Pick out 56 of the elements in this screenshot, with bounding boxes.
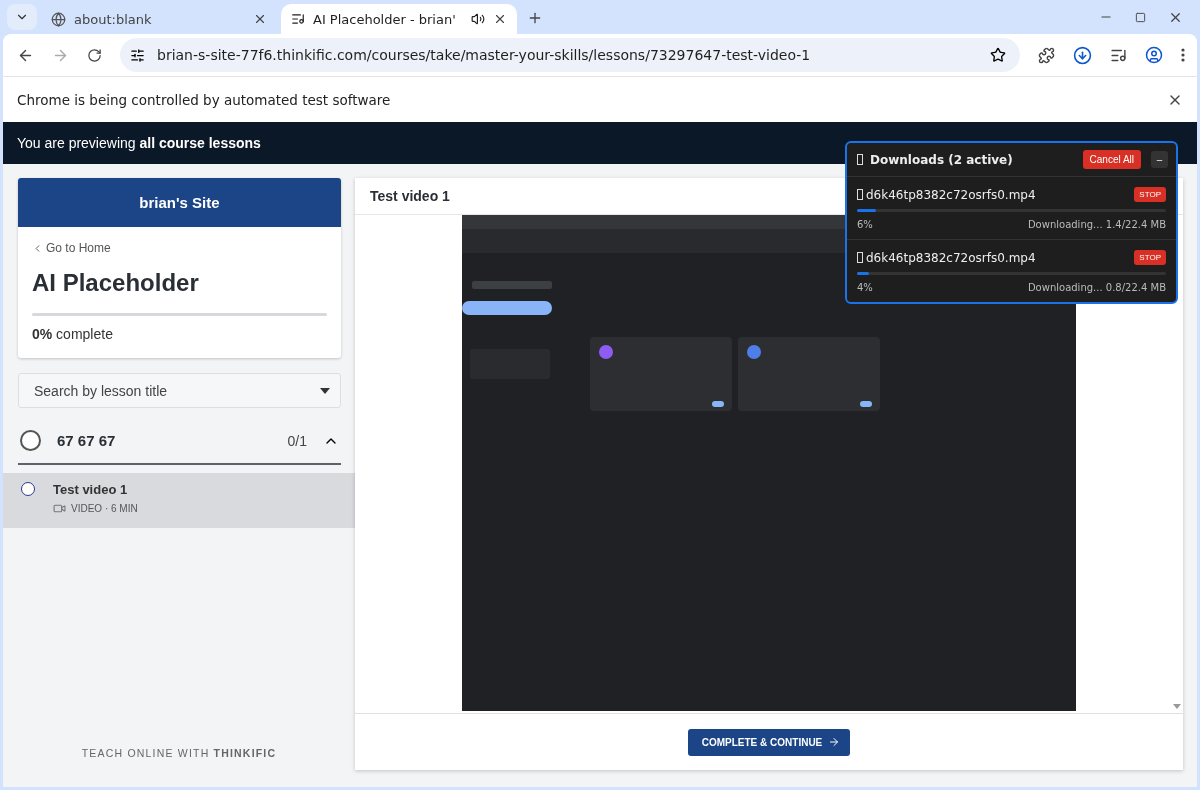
downloads-title: Downloads (2 active) (870, 152, 1014, 167)
chapter-status-icon (20, 430, 41, 451)
complete-continue-button[interactable]: COMPLETE & CONTINUE (687, 728, 851, 756)
chapter-count: 0/1 (287, 432, 307, 449)
maximize-icon[interactable] (1135, 11, 1146, 23)
arrow-right-icon (828, 736, 841, 748)
thinkific-footer: TEACH ONLINE WITH THINKIFIC (81, 747, 277, 759)
site-name: brian's Site (18, 178, 341, 227)
close-tab-button[interactable] (493, 12, 507, 26)
chapter-row[interactable]: 67 67 67 0/1 (18, 418, 341, 465)
browser-tab[interactable]: AI Placeholder - brian' (281, 4, 517, 34)
tab-title: about:blank (74, 11, 153, 27)
dropdown-caret-icon (320, 387, 330, 394)
lesson-status-icon (21, 482, 35, 496)
scroll-down-arrow-icon[interactable] (1173, 704, 1181, 709)
browser-tab[interactable]: about:blank (41, 4, 277, 34)
video-camera-icon (53, 502, 66, 515)
download-status: Downloading... 0.8/22.4 MB (1027, 282, 1166, 293)
minimize-button[interactable]: − (1151, 151, 1168, 168)
new-tab-button[interactable] (527, 10, 543, 26)
glyph-box-icon (857, 189, 863, 200)
download-percent: 4% (857, 282, 873, 293)
download-filename: d6k46tp8382c72osrfs0.mp4 (866, 187, 1036, 202)
stop-button[interactable]: STOP (1134, 250, 1166, 265)
stop-button[interactable]: STOP (1134, 187, 1166, 202)
lesson-title: Test video 1 (53, 482, 129, 497)
url-text: brian-s-site-77f6.thinkific.com/courses/take/master-your-skills/lessons/73297647-test-video-1 (157, 47, 812, 63)
menu-icon (1181, 48, 1185, 62)
speaker-icon (471, 12, 485, 26)
close-tab-button[interactable] (253, 12, 267, 26)
cancel-all-button[interactable]: Cancel All (1082, 150, 1141, 169)
go-home-link[interactable]: Go to Home (32, 241, 327, 255)
lesson-item[interactable]: Test video 1 VIDEO · 6 MIN (3, 473, 355, 528)
automation-notice: Chrome is being controlled by automated test software (17, 91, 391, 108)
tab-title: AI Placeholder - brian' (313, 11, 457, 27)
progress-label: 0% complete (32, 326, 114, 342)
download-percent: 6% (857, 219, 873, 230)
preview-banner-text: You are previewing all course lessons (17, 135, 261, 151)
bookmark-star-icon (990, 47, 1006, 63)
globe-icon (51, 11, 66, 27)
download-status: Downloading... 1.4/22.4 MB (1027, 219, 1166, 230)
download-button[interactable] (1073, 45, 1092, 65)
chapter-title: 67 67 67 (57, 432, 117, 449)
glyph-box-icon (857, 252, 863, 263)
menu-button[interactable] (1181, 48, 1185, 62)
site-icon (291, 12, 305, 26)
address-bar[interactable]: brian-s-site-77f6.thinkific.com/courses/take/master-your-skills/lessons/73297647-test-video-1 (120, 38, 1020, 72)
lesson-meta: VIDEO · 6 MIN (71, 503, 138, 514)
lesson-search-dropdown[interactable]: Search by lesson title (18, 373, 341, 408)
profile-button[interactable] (1145, 46, 1163, 64)
glyph-box-icon (857, 154, 863, 165)
extensions-button[interactable] (1038, 46, 1055, 64)
course-title: AI Placeholder (32, 269, 200, 297)
download-filename: d6k46tp8382c72osrfs0.mp4 (866, 250, 1036, 265)
site-settings-icon (130, 47, 145, 63)
reload-button[interactable] (87, 47, 102, 63)
